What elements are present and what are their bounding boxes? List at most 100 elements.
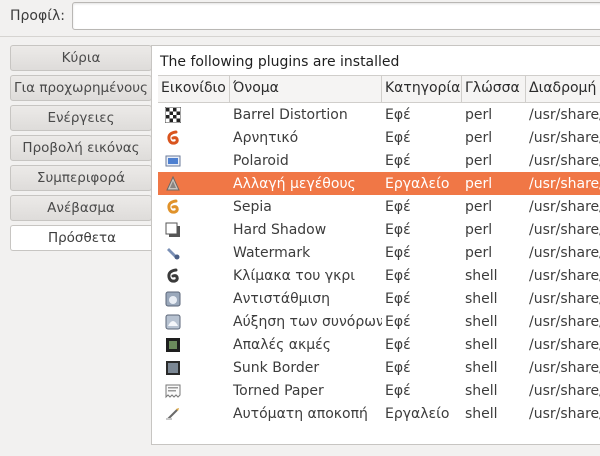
invert-icon: [165, 291, 181, 307]
row-category: Εφέ: [385, 290, 411, 307]
row-category: Εφέ: [385, 382, 411, 399]
row-name: Αυτόματη αποκοπή: [233, 405, 368, 422]
row-name: Hard Shadow: [233, 221, 327, 238]
column-header-category[interactable]: Κατηγορία: [382, 76, 462, 102]
profile-label: Προφίλ:: [10, 8, 65, 24]
row-language: perl: [465, 152, 493, 169]
tab-upload[interactable]: Ανέβασμα: [10, 195, 152, 221]
plugins-title: The following plugins are installed: [160, 54, 400, 70]
tab-advanced[interactable]: Για προχωρημένους: [10, 75, 152, 101]
table-row[interactable]: Απαλές ακμές Εφέ shell/usr/share/: [158, 333, 600, 356]
row-category: Εφέ: [385, 129, 411, 146]
row-name: Κλίμακα του γκρι: [233, 267, 355, 284]
row-name: Polaroid: [233, 152, 289, 169]
row-name: Αύξηση των συνόρων: [233, 313, 382, 330]
sepia-swirl-icon: [165, 199, 181, 215]
row-path: /usr/share/: [529, 221, 600, 238]
row-icon-cell: [158, 360, 230, 376]
table-row[interactable]: Αύξηση των συνόρων Εφέ shell/usr/share/: [158, 310, 600, 333]
row-path: /usr/share/: [529, 106, 600, 123]
table-row[interactable]: Αλλαγή μεγέθους Εργαλείο perl/usr/share/: [158, 172, 600, 195]
settings-tabs: Κύρια Για προχωρημένους Ενέργειες Προβολ…: [10, 45, 154, 255]
row-path: /usr/share/: [529, 152, 600, 169]
table-row[interactable]: Barrel Distortion Εφέ perl/usr/share/: [158, 103, 600, 126]
tab-actions[interactable]: Ενέργειες: [10, 105, 152, 131]
table-row[interactable]: Αυτόματη αποκοπή Εργαλείο shell/usr/share/: [158, 402, 600, 425]
row-category: Εφέ: [385, 221, 411, 238]
hard-shadow-icon: [165, 222, 181, 238]
table-row[interactable]: Αρνητικό Εφέ perl/usr/share/: [158, 126, 600, 149]
row-icon-cell: [158, 337, 230, 353]
row-path: /usr/share/: [529, 336, 600, 353]
checkerboard-icon: [164, 106, 182, 123]
row-name: Αντιστάθμιση: [233, 290, 331, 307]
tab-plugins[interactable]: Πρόσθετα: [10, 225, 154, 251]
row-icon-cell: [158, 268, 230, 284]
plugins-panel: The following plugins are installed Εικο…: [151, 45, 600, 445]
row-name: Watermark: [233, 244, 311, 261]
row-category: Εφέ: [385, 244, 411, 261]
negative-swirl-icon: [165, 130, 181, 146]
sunk-border-icon: [165, 360, 181, 376]
row-icon-cell: [158, 291, 230, 307]
row-path: /usr/share/: [529, 359, 600, 376]
row-category: Εργαλείο: [385, 405, 450, 422]
tab-main[interactable]: Κύρια: [10, 45, 152, 71]
table-row[interactable]: Watermark Εφέ perl/usr/share/: [158, 241, 600, 264]
column-header-language[interactable]: Γλώσσα: [462, 76, 526, 102]
row-category: Εργαλείο: [385, 175, 450, 192]
table-row[interactable]: Hard Shadow Εφέ perl/usr/share/: [158, 218, 600, 241]
table-row[interactable]: Κλίμακα του γκρι Εφέ shell/usr/share/: [158, 264, 600, 287]
watermark-icon: [165, 245, 181, 261]
edge-boost-icon: [165, 314, 181, 330]
resize-icon: [165, 175, 181, 192]
row-icon-cell: [158, 383, 230, 399]
plugins-table: Εικονίδιο Όνομα Κατηγορία Γλώσσα Διαδρομ…: [158, 75, 600, 456]
row-category: Εφέ: [385, 198, 411, 215]
row-path: /usr/share/: [529, 290, 600, 307]
column-header-icon[interactable]: Εικονίδιο: [158, 76, 230, 102]
row-name: Torned Paper: [233, 382, 324, 399]
row-language: shell: [465, 336, 498, 353]
row-icon-cell: [158, 406, 230, 422]
torned-paper-icon: [165, 383, 181, 399]
table-row[interactable]: Sepia Εφέ perl/usr/share/: [158, 195, 600, 218]
row-language: shell: [465, 405, 498, 422]
row-icon-cell: [158, 130, 230, 146]
row-category: Εφέ: [385, 313, 411, 330]
autocrop-icon: [165, 406, 181, 422]
polaroid-icon: [165, 153, 181, 169]
row-icon-cell: [158, 199, 230, 215]
row-language: shell: [465, 290, 498, 307]
column-header-name[interactable]: Όνομα: [230, 76, 382, 102]
row-path: /usr/share/: [529, 267, 600, 284]
row-name: Απαλές ακμές: [233, 336, 331, 353]
row-path: /usr/share/: [529, 382, 600, 399]
row-icon-cell: [158, 222, 230, 238]
row-path: /usr/share/: [529, 405, 600, 422]
tab-behavior[interactable]: Συμπεριφορά: [10, 165, 152, 191]
tab-image-view[interactable]: Προβολή εικόνας: [10, 135, 152, 161]
row-language: perl: [465, 244, 493, 261]
row-name: Sepia: [233, 198, 272, 215]
table-row[interactable]: Polaroid Εφέ perl/usr/share/: [158, 149, 600, 172]
row-language: shell: [465, 313, 498, 330]
row-name: Αλλαγή μεγέθους: [233, 175, 356, 192]
table-row[interactable]: Torned Paper Εφέ shell/usr/share/: [158, 379, 600, 402]
profile-input[interactable]: [72, 2, 600, 30]
row-name: Barrel Distortion: [233, 106, 348, 123]
column-header-path[interactable]: Διαδρομή: [526, 76, 600, 102]
soft-edges-icon: [165, 337, 181, 353]
row-icon-cell: [158, 314, 230, 330]
table-header: Εικονίδιο Όνομα Κατηγορία Γλώσσα Διαδρομ…: [158, 76, 600, 103]
row-icon-cell: [158, 106, 230, 123]
table-body: Barrel Distortion Εφέ perl/usr/share/Αρνητ…: [158, 103, 600, 425]
row-icon-cell: [158, 175, 230, 192]
table-row[interactable]: Sunk Border Εφέ shell/usr/share/: [158, 356, 600, 379]
row-category: Εφέ: [385, 267, 411, 284]
row-path: /usr/share/: [529, 175, 600, 192]
row-category: Εφέ: [385, 359, 411, 376]
table-row[interactable]: Αντιστάθμιση Εφέ shell/usr/share/: [158, 287, 600, 310]
row-category: Εφέ: [385, 152, 411, 169]
row-language: shell: [465, 382, 498, 399]
